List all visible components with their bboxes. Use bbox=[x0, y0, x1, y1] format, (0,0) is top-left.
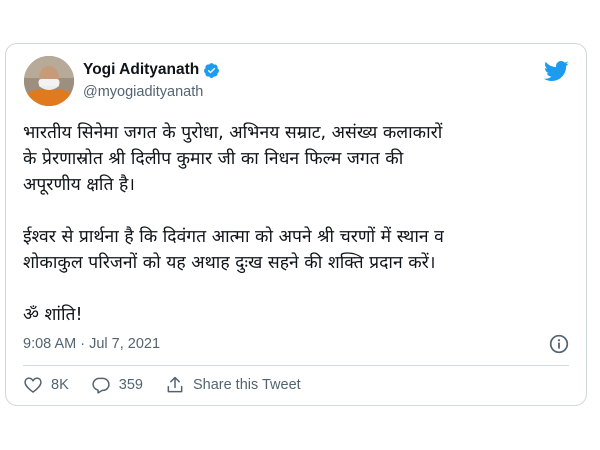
tweet-card[interactable]: Yogi Adityanath @myogiadityanath भारतीय … bbox=[5, 43, 587, 406]
share-button[interactable]: Share this Tweet bbox=[165, 375, 301, 395]
divider bbox=[23, 365, 569, 366]
verified-badge-icon bbox=[203, 62, 220, 79]
author-name[interactable]: Yogi Adityanath bbox=[83, 61, 199, 79]
tweet-paragraph: भारतीय सिनेमा जगत के पुरोधा, अभिनय सम्रा… bbox=[23, 123, 443, 195]
tweet-timestamp[interactable]: 9:08 AM · Jul 7, 2021 bbox=[23, 336, 160, 352]
heart-icon bbox=[24, 377, 42, 393]
reply-icon bbox=[92, 377, 110, 394]
twitter-bird-icon[interactable] bbox=[543, 60, 569, 82]
avatar[interactable] bbox=[24, 56, 74, 106]
tweet-text: भारतीय सिनेमा जगत के पुरोधा, अभिनय सम्रा… bbox=[23, 120, 573, 328]
info-icon[interactable] bbox=[549, 334, 569, 354]
like-button[interactable]: 8K bbox=[23, 375, 69, 395]
tweet-paragraph: ॐ शांति! bbox=[23, 305, 83, 325]
share-label: Share this Tweet bbox=[192, 377, 301, 393]
reply-button[interactable]: 359 bbox=[91, 375, 143, 395]
tweet-paragraph: ईश्वर से प्रार्थना है कि दिवंगत आत्मा को… bbox=[23, 227, 444, 273]
reply-count: 359 bbox=[118, 377, 143, 393]
share-icon bbox=[167, 376, 183, 393]
author-handle[interactable]: @myogiadityanath bbox=[83, 84, 203, 100]
like-count: 8K bbox=[51, 377, 69, 393]
tweet-actions: 8K 359 Share this Tweet bbox=[23, 375, 323, 395]
